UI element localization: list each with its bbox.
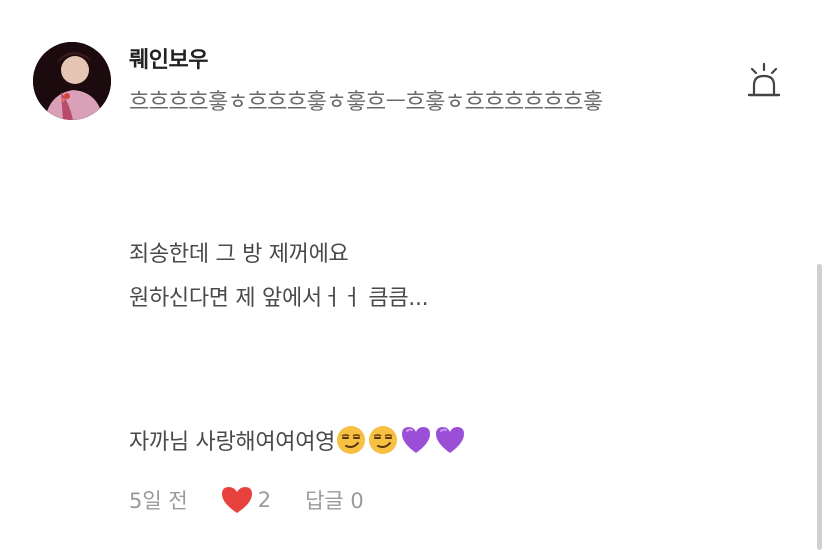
purple-heart-emoji (399, 424, 433, 462)
comment-line-1: 죄송한데 그 방 제꺼에요 (129, 242, 349, 267)
comment-subtitle: 흐흐흐흐흫ㅎ흐흐흐흫ㅎ흫흐ㅡ흐흫ㅎ흐흐흐흐흐흐흫 (129, 90, 603, 115)
like-count: 2 (257, 488, 272, 512)
comment-line-2: 원하신다면 제 앞에서ㅓㅓ 큼큼... (129, 286, 429, 311)
like-button[interactable]: 2 (220, 485, 271, 515)
comment-line-3-text: 자까님 사랑해여여여영 (129, 430, 336, 455)
purple-heart-emoji (433, 424, 467, 462)
heart-icon (221, 487, 252, 513)
smirking-face-emoji (367, 424, 399, 462)
comment-meta: 5일 전 2 답글 0 (129, 484, 364, 516)
report-button[interactable] (746, 62, 782, 100)
comment-time: 5일 전 (129, 489, 188, 513)
avatar-image (33, 42, 111, 120)
reply-button[interactable]: 답글 0 (305, 485, 364, 515)
smirking-face-emoji (335, 424, 367, 462)
comment-line-3: 자까님 사랑해여여여영 (129, 424, 467, 462)
siren-icon (747, 62, 781, 97)
scrollbar[interactable] (817, 264, 822, 550)
avatar[interactable] (33, 42, 111, 120)
comment-author[interactable]: 뤠인보우 (129, 42, 208, 74)
